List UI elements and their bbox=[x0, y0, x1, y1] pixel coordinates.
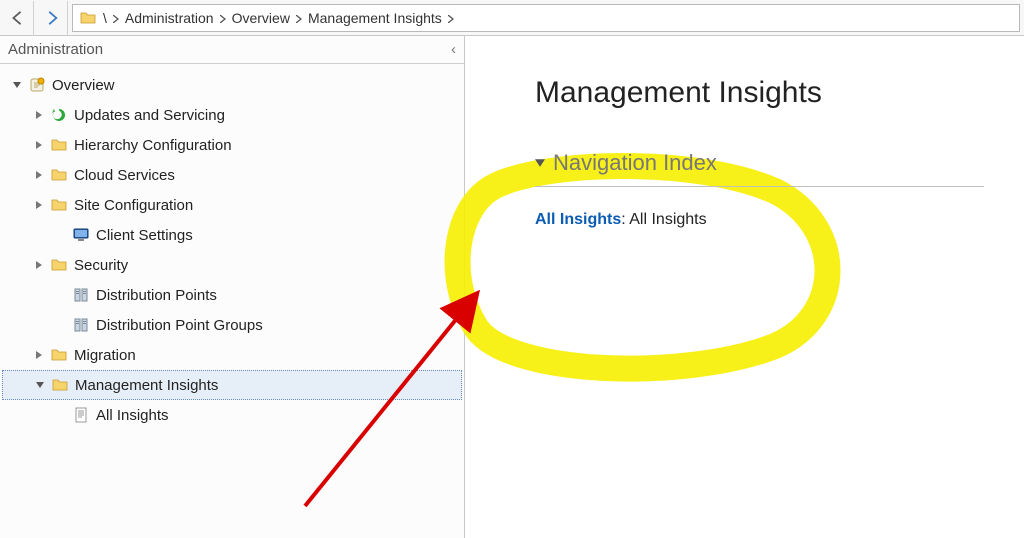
caret-right-icon[interactable] bbox=[34, 170, 44, 180]
breadcrumb-segment[interactable]: \ bbox=[103, 10, 119, 26]
tree-node-label: Hierarchy Configuration bbox=[74, 137, 232, 154]
tree-node-label: All Insights bbox=[96, 407, 169, 424]
updates-icon bbox=[50, 106, 68, 124]
tree-node-all-insights[interactable]: All Insights bbox=[2, 400, 462, 430]
all-insights-link[interactable]: All Insights bbox=[535, 211, 621, 228]
tree-node-label: Security bbox=[74, 257, 128, 274]
sidebar-header: Administration ‹ bbox=[0, 36, 464, 64]
sidebar: Administration ‹ Overview Updates and Ser… bbox=[0, 36, 465, 538]
arrow-left-icon bbox=[8, 9, 26, 27]
tree-node-client-settings[interactable]: Client Settings bbox=[2, 220, 462, 250]
page-title: Management Insights bbox=[535, 76, 984, 110]
tree-node-distribution-point-groups[interactable]: Distribution Point Groups bbox=[2, 310, 462, 340]
breadcrumb-segment[interactable]: Administration bbox=[125, 10, 226, 26]
nav-index-row: All Insights: All Insights bbox=[535, 211, 984, 229]
all-insights-value: All Insights bbox=[629, 211, 706, 228]
section-header[interactable]: Navigation Index bbox=[535, 150, 984, 176]
caret-right-icon[interactable] bbox=[34, 140, 44, 150]
tree: Overview Updates and Servicing Hierarchy C… bbox=[0, 64, 464, 436]
back-button[interactable] bbox=[0, 1, 34, 35]
caret-right-icon[interactable] bbox=[34, 350, 44, 360]
breadcrumb-label: Management Insights bbox=[308, 10, 442, 26]
tree-node-label: Distribution Points bbox=[96, 287, 217, 304]
tree-node-updates-and-servicing[interactable]: Updates and Servicing bbox=[2, 100, 462, 130]
chevron-right-icon bbox=[448, 10, 454, 26]
folder-icon bbox=[50, 256, 68, 274]
toolbar: \ Administration Overview Management Ins… bbox=[0, 0, 1024, 36]
folder-icon bbox=[50, 136, 68, 154]
tree-node-label: Management Insights bbox=[75, 377, 218, 394]
tree-node-label: Site Configuration bbox=[74, 197, 193, 214]
tree-node-hierarchy-configuration[interactable]: Hierarchy Configuration bbox=[2, 130, 462, 160]
tree-node-label: Cloud Services bbox=[74, 167, 175, 184]
caret-down-icon[interactable] bbox=[12, 80, 22, 90]
tree-node-distribution-points[interactable]: Distribution Points bbox=[2, 280, 462, 310]
forward-button[interactable] bbox=[34, 1, 68, 35]
folder-icon bbox=[79, 9, 97, 27]
tree-node-security[interactable]: Security bbox=[2, 250, 462, 280]
breadcrumb-label: Administration bbox=[125, 10, 214, 26]
breadcrumb-label: \ bbox=[103, 10, 107, 26]
highlight-annotation bbox=[435, 146, 865, 396]
tree-node-migration[interactable]: Migration bbox=[2, 340, 462, 370]
folder-icon bbox=[50, 346, 68, 364]
breadcrumb-segment[interactable]: Overview bbox=[232, 10, 302, 26]
folder-icon bbox=[50, 196, 68, 214]
section-title: Navigation Index bbox=[553, 150, 717, 176]
tree-node-label: Client Settings bbox=[96, 227, 193, 244]
caret-right-icon[interactable] bbox=[34, 110, 44, 120]
chevron-right-icon bbox=[113, 10, 119, 26]
arrow-right-icon bbox=[42, 9, 60, 27]
no-expander bbox=[56, 290, 66, 300]
breadcrumb-label: Overview bbox=[232, 10, 290, 26]
tree-node-management-insights[interactable]: Management Insights bbox=[2, 370, 462, 400]
tree-node-label: Distribution Point Groups bbox=[96, 317, 263, 334]
dpg-icon bbox=[72, 316, 90, 334]
no-expander bbox=[56, 230, 66, 240]
breadcrumb-segment[interactable]: Management Insights bbox=[308, 10, 454, 26]
tree-node-site-configuration[interactable]: Site Configuration bbox=[2, 190, 462, 220]
chevron-right-icon bbox=[296, 10, 302, 26]
tree-node-label: Overview bbox=[52, 77, 115, 94]
tree-node-label: Updates and Servicing bbox=[74, 107, 225, 124]
main-panel: Management Insights Navigation Index All… bbox=[465, 36, 1024, 538]
caret-right-icon[interactable] bbox=[34, 260, 44, 270]
folder-icon bbox=[50, 166, 68, 184]
folder-icon bbox=[51, 376, 69, 394]
monitor-icon bbox=[72, 226, 90, 244]
sidebar-title: Administration bbox=[8, 41, 103, 58]
caret-down-icon[interactable] bbox=[35, 380, 45, 390]
dp-icon bbox=[72, 286, 90, 304]
tree-node-overview[interactable]: Overview bbox=[2, 70, 462, 100]
tree-node-cloud-services[interactable]: Cloud Services bbox=[2, 160, 462, 190]
breadcrumb[interactable]: \ Administration Overview Management Ins… bbox=[72, 4, 1020, 32]
divider bbox=[535, 186, 984, 187]
doc-icon bbox=[72, 406, 90, 424]
tree-node-label: Migration bbox=[74, 347, 136, 364]
caret-down-icon bbox=[535, 158, 545, 168]
collapse-icon[interactable]: ‹ bbox=[451, 41, 456, 58]
no-expander bbox=[56, 410, 66, 420]
caret-right-icon[interactable] bbox=[34, 200, 44, 210]
chevron-right-icon bbox=[220, 10, 226, 26]
no-expander bbox=[56, 320, 66, 330]
body: Administration ‹ Overview Updates and Ser… bbox=[0, 36, 1024, 538]
overview-icon bbox=[28, 76, 46, 94]
